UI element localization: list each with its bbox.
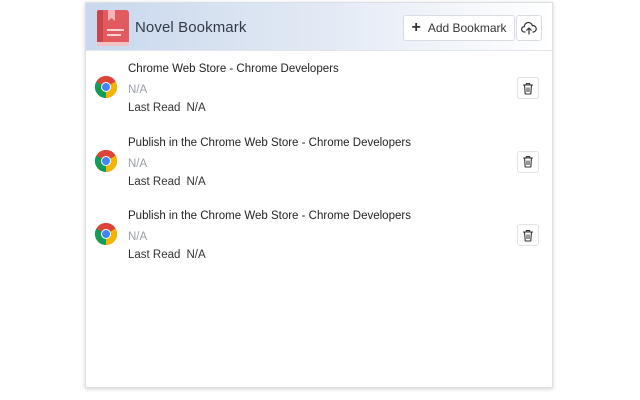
book-icon xyxy=(97,10,129,46)
last-read: Last Read N/A xyxy=(128,249,206,261)
last-read: Last Read N/A xyxy=(128,102,206,114)
last-read: Last Read N/A xyxy=(128,176,206,188)
last-read-value: N/A xyxy=(186,249,206,261)
bookmark-popup: Novel Bookmark + Add Bookmark Chrome Web… xyxy=(85,2,553,388)
app-title: Novel Bookmark xyxy=(135,19,247,36)
bookmark-title[interactable]: Publish in the Chrome Web Store - Chrome… xyxy=(128,137,411,149)
chrome-icon xyxy=(94,75,118,98)
last-read-label: Last Read xyxy=(128,249,181,261)
bookmark-title[interactable]: Publish in the Chrome Web Store - Chrome… xyxy=(128,210,411,222)
cloud-upload-icon xyxy=(521,21,537,35)
trash-icon xyxy=(523,229,533,242)
delete-bookmark-button[interactable] xyxy=(517,150,539,173)
trash-icon xyxy=(523,82,533,95)
last-read-label: Last Read xyxy=(128,175,181,188)
header: Novel Bookmark + Add Bookmark xyxy=(86,3,552,51)
add-bookmark-label: Add Bookmark xyxy=(427,21,507,35)
bookmark-item[interactable]: Publish in the Chrome Web Store - Chrome… xyxy=(86,198,552,272)
last-read-value: N/A xyxy=(186,102,206,114)
bookmark-subtitle: N/A xyxy=(128,84,148,96)
trash-icon xyxy=(523,156,533,168)
plus-icon: + xyxy=(411,19,421,36)
chrome-icon xyxy=(94,149,118,172)
last-read-label: Last Read xyxy=(128,102,181,114)
bookmark-list: Chrome Web Store - Chrome Developers N/A… xyxy=(86,51,552,272)
chrome-icon xyxy=(94,222,118,245)
bookmark-subtitle: N/A xyxy=(128,231,148,243)
bookmark-title[interactable]: Chrome Web Store - Chrome Developers xyxy=(128,63,339,75)
bookmark-subtitle: N/A xyxy=(128,157,148,170)
delete-bookmark-button[interactable] xyxy=(517,224,539,246)
delete-bookmark-button[interactable] xyxy=(517,77,539,99)
add-bookmark-button[interactable]: + Add Bookmark xyxy=(403,15,515,41)
bookmark-item[interactable]: Chrome Web Store - Chrome Developers N/A… xyxy=(86,51,552,125)
bookmark-item[interactable]: Publish in the Chrome Web Store - Chrome… xyxy=(86,125,552,199)
last-read-value: N/A xyxy=(186,175,206,188)
cloud-upload-button[interactable] xyxy=(516,15,542,41)
